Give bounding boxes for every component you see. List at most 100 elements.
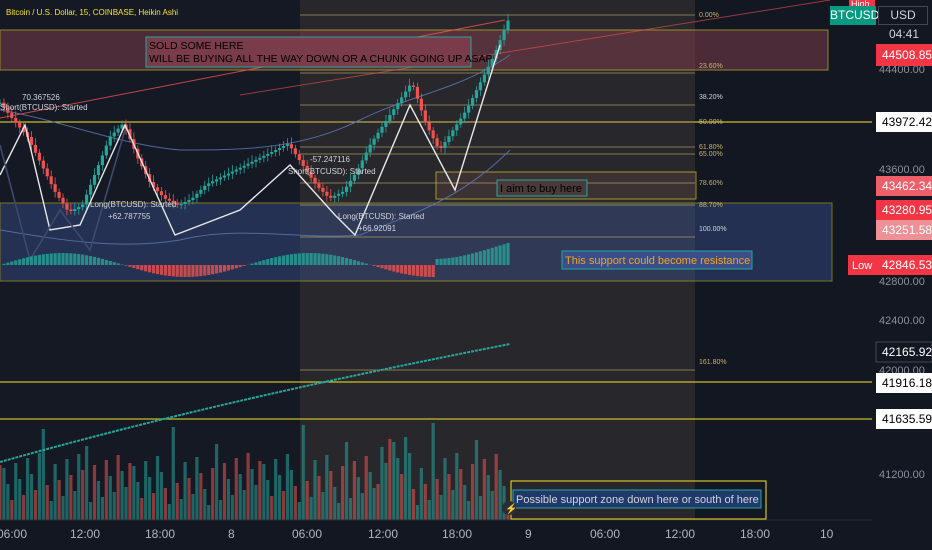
histogram-bar — [455, 256, 459, 265]
candle — [364, 152, 368, 161]
histogram-bar — [372, 265, 376, 266]
histogram-bar — [506, 243, 510, 265]
histogram-bar — [364, 263, 368, 265]
volume-bar — [494, 454, 498, 520]
histogram-bar — [392, 265, 396, 272]
volume-bar — [159, 472, 164, 520]
sold-note-line1: SOLD SOME HERE — [149, 40, 244, 52]
currency-badge[interactable]: USD — [878, 6, 928, 25]
histogram-bar — [439, 258, 443, 265]
candle — [226, 173, 231, 176]
histogram-bar — [293, 253, 297, 265]
histogram-bar — [470, 253, 475, 265]
volume-bar — [148, 477, 152, 520]
histogram-bar — [388, 265, 392, 271]
candle — [467, 105, 471, 113]
candle — [321, 187, 325, 192]
volume-bar — [132, 466, 136, 520]
volume-bar — [325, 455, 329, 520]
histogram-bar — [155, 265, 160, 275]
volume-bar — [360, 493, 364, 520]
histogram-bar — [242, 265, 246, 266]
histogram-bar — [333, 255, 337, 265]
candle — [396, 103, 400, 110]
volume-bar — [171, 427, 175, 520]
volume-bar — [400, 474, 404, 520]
histogram-bar — [435, 258, 439, 265]
histogram-bar — [396, 265, 400, 273]
histogram-bar — [289, 254, 294, 265]
histogram-bar — [502, 244, 506, 265]
volume-bar — [498, 470, 502, 520]
histogram-bar — [159, 265, 164, 275]
signal-price: +66.92091 — [358, 224, 397, 233]
x-tick: 9 — [525, 527, 532, 541]
last-price: 42165.92 — [882, 345, 932, 359]
candle — [108, 136, 112, 146]
candle — [57, 191, 61, 198]
candle — [281, 146, 286, 149]
histogram-bar — [96, 257, 101, 265]
volume-bar — [167, 504, 171, 520]
volume-bar — [191, 494, 195, 520]
volume-bar — [124, 487, 128, 520]
volume-bar — [92, 465, 97, 520]
candle — [502, 30, 506, 41]
candle — [49, 176, 53, 185]
candle — [443, 142, 447, 148]
candle — [376, 132, 380, 139]
candle — [159, 191, 164, 196]
signal-long: Long(BTCUSD): Started — [90, 200, 176, 209]
histogram-bar — [128, 265, 132, 267]
volume-bar — [262, 464, 266, 520]
candle — [368, 144, 372, 153]
volume-bar — [96, 481, 101, 520]
price-tag-2-text: 43280.95 — [882, 203, 932, 217]
candle — [195, 193, 199, 198]
candle — [463, 112, 467, 119]
candle — [506, 20, 510, 31]
histogram-bar — [309, 253, 313, 265]
histogram-bar — [33, 255, 38, 265]
volume-bar — [384, 463, 388, 520]
volume-bar — [309, 497, 313, 520]
candle — [112, 132, 116, 137]
histogram-bar — [10, 261, 14, 265]
candle — [14, 117, 18, 123]
fib-label: 23.60% — [699, 63, 723, 70]
volume-bar — [270, 496, 274, 520]
histogram-bar — [124, 265, 128, 266]
x-tick: 12:00 — [665, 527, 695, 541]
x-tick: 06:00 — [292, 527, 322, 541]
candle — [214, 179, 219, 182]
histogram-bar — [384, 265, 388, 270]
volume-bar — [356, 477, 360, 520]
candle — [254, 159, 258, 162]
histogram-bar — [214, 265, 219, 274]
histogram-bar — [41, 254, 45, 265]
histogram-bar — [116, 263, 120, 265]
histogram-bar — [266, 259, 270, 265]
price-chart[interactable]: 0.00% 23.60% 38.20% 50.00% 61.80% 65.00%… — [0, 0, 932, 550]
x-tick: 10 — [820, 527, 834, 541]
y-tick: 42800.00 — [879, 276, 925, 288]
histogram-bar — [238, 265, 242, 268]
candle — [183, 201, 187, 204]
histogram-bar — [22, 258, 26, 265]
histogram-bar — [37, 254, 41, 265]
candle — [258, 157, 262, 160]
histogram-bar — [490, 247, 494, 265]
candle — [478, 82, 483, 91]
histogram-bar — [222, 265, 227, 272]
candle — [18, 122, 22, 128]
histogram-bar — [207, 265, 211, 275]
histogram-bar — [415, 265, 420, 277]
histogram-bar — [187, 265, 191, 277]
histogram-bar — [144, 265, 148, 272]
histogram-bar — [407, 265, 412, 275]
volume-bar — [388, 439, 392, 520]
symbol-badge[interactable]: BTCUSD — [830, 6, 879, 25]
candle — [329, 195, 333, 198]
volume-bar — [226, 479, 231, 520]
candle — [459, 118, 463, 125]
